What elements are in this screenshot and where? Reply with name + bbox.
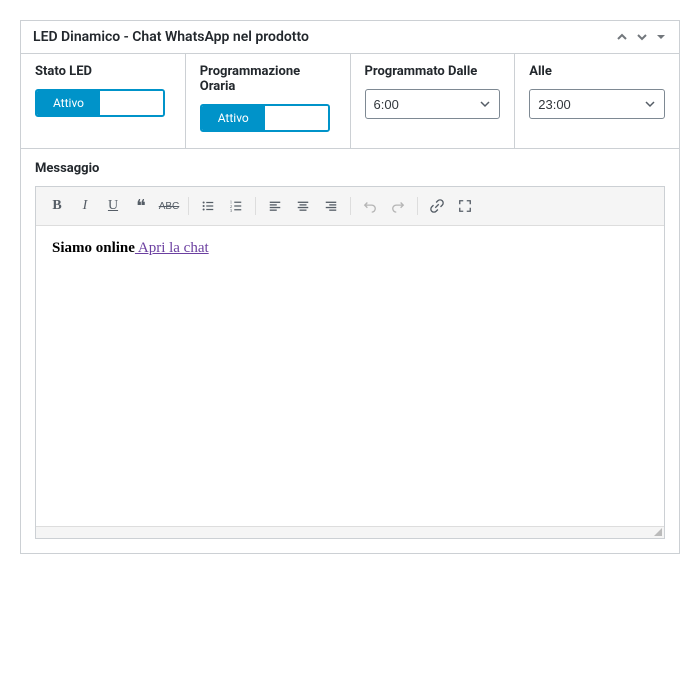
settings-panel: LED Dinamico - Chat WhatsApp nel prodott… — [20, 20, 680, 554]
bold-button[interactable]: B — [44, 193, 70, 219]
message-bold-text: Siamo online — [52, 240, 135, 256]
align-center-button[interactable] — [290, 193, 316, 219]
field-label: Alle — [529, 64, 665, 79]
message-link[interactable]: Apri la chat — [135, 240, 209, 256]
editor-toolbar: B I U ❝ ABC 123 — [36, 187, 664, 226]
schedule-toggle[interactable]: Attivo — [200, 104, 330, 132]
field-to: Alle 23:00 — [515, 54, 679, 148]
resize-handle[interactable] — [36, 526, 664, 538]
editor-body[interactable]: Siamo online Apri la chat — [36, 226, 664, 526]
panel-controls — [615, 30, 667, 44]
field-label: Programmato Dalle — [365, 64, 501, 79]
toolbar-separator — [350, 197, 351, 215]
toolbar-separator — [417, 197, 418, 215]
field-status: Stato LED Attivo — [21, 54, 186, 148]
chevron-down-icon[interactable] — [635, 30, 649, 44]
toggle-on-label: Attivo — [37, 91, 100, 115]
toggle-off — [265, 106, 328, 130]
italic-button[interactable]: I — [72, 193, 98, 219]
to-time-select[interactable]: 23:00 — [529, 89, 665, 119]
fullscreen-button[interactable] — [452, 193, 478, 219]
from-time-select[interactable]: 6:00 — [365, 89, 501, 119]
underline-button[interactable]: U — [100, 193, 126, 219]
toolbar-separator — [188, 197, 189, 215]
field-schedule: Programmazione Oraria Attivo — [186, 54, 351, 148]
bullet-list-button[interactable] — [195, 193, 221, 219]
align-left-button[interactable] — [262, 193, 288, 219]
redo-button[interactable] — [385, 193, 411, 219]
fields-row: Stato LED Attivo Programmazione Oraria A… — [21, 54, 679, 149]
undo-button[interactable] — [357, 193, 383, 219]
field-from: Programmato Dalle 6:00 — [351, 54, 516, 148]
message-section: Messaggio B I U ❝ ABC 123 — [21, 149, 679, 553]
toggle-off — [100, 91, 163, 115]
field-label: Programmazione Oraria — [200, 64, 336, 94]
toggle-on-label: Attivo — [202, 106, 265, 130]
message-label: Messaggio — [35, 161, 665, 176]
link-button[interactable] — [424, 193, 450, 219]
align-right-button[interactable] — [318, 193, 344, 219]
panel-header: LED Dinamico - Chat WhatsApp nel prodott… — [21, 21, 679, 54]
svg-text:3: 3 — [230, 208, 233, 213]
panel-title: LED Dinamico - Chat WhatsApp nel prodott… — [33, 29, 309, 45]
status-toggle[interactable]: Attivo — [35, 89, 165, 117]
field-label: Stato LED — [35, 64, 171, 79]
quote-button[interactable]: ❝ — [128, 193, 154, 219]
collapse-icon[interactable] — [655, 31, 667, 43]
number-list-button[interactable]: 123 — [223, 193, 249, 219]
rich-text-editor: B I U ❝ ABC 123 — [35, 186, 665, 539]
strikethrough-button[interactable]: ABC — [156, 193, 182, 219]
chevron-up-icon[interactable] — [615, 30, 629, 44]
toolbar-separator — [255, 197, 256, 215]
